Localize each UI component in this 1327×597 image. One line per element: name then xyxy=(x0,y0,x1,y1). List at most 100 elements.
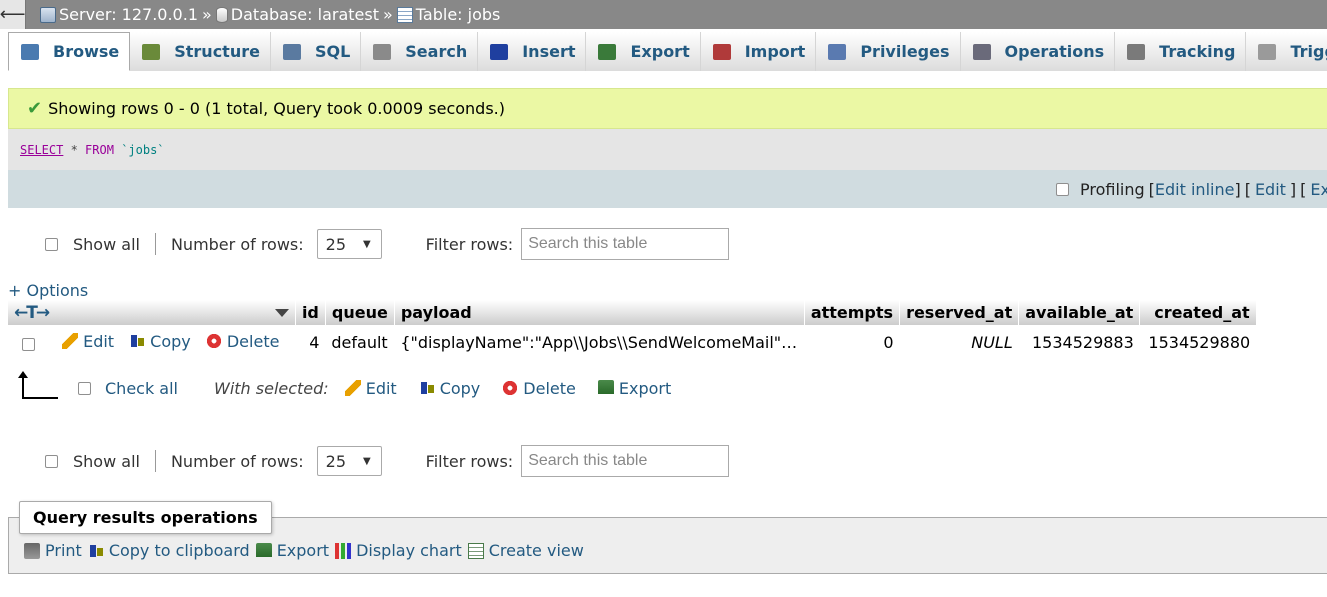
bulk-copy-button[interactable]: Copy xyxy=(418,379,481,398)
tab-search[interactable]: Search xyxy=(361,32,479,71)
row-edit-label[interactable]: Edit xyxy=(83,332,114,351)
tab-export[interactable]: Export xyxy=(586,32,701,71)
show-all-checkbox[interactable] xyxy=(45,237,58,251)
column-header-created-at[interactable]: created_at xyxy=(1139,300,1257,325)
cell-payload[interactable]: {"displayName":"App\\Jobs\\SendWelcomeMa… xyxy=(394,325,804,360)
tab-insert[interactable]: Insert xyxy=(478,32,587,71)
tab-triggers[interactable]: Triggers xyxy=(1246,32,1327,71)
breadcrumb-server-label[interactable]: Server: 127.0.0.1 xyxy=(59,5,198,24)
tab-import[interactable]: Import xyxy=(700,32,817,71)
options-link[interactable]: + Options xyxy=(8,281,88,300)
bulk-delete-label[interactable]: Delete xyxy=(523,379,576,398)
bulk-edit-button[interactable]: Edit xyxy=(344,379,397,398)
tab-label[interactable]: Import xyxy=(745,42,806,61)
create-view-label[interactable]: Create view xyxy=(489,541,584,560)
cell-reserved-at[interactable]: NULL xyxy=(900,325,1019,360)
show-all-label[interactable]: Show all xyxy=(73,452,140,471)
row-checkbox[interactable] xyxy=(22,338,35,352)
cell-queue[interactable]: default xyxy=(325,325,394,360)
check-all-label[interactable]: Check all xyxy=(105,379,178,398)
filter-rows-input[interactable] xyxy=(521,445,730,477)
column-header-reserved-at[interactable]: reserved_at xyxy=(899,300,1020,325)
sql-keyword-select[interactable]: SELECT xyxy=(20,143,63,157)
column-resize-arrows-icon[interactable]: ←T→ xyxy=(14,303,50,323)
create-view-button[interactable]: Create view xyxy=(467,541,584,560)
copy-to-clipboard-label[interactable]: Copy to clipboard xyxy=(109,541,250,560)
column-header-attempts[interactable]: attempts xyxy=(804,300,901,325)
cell-created-at[interactable]: 1534529880 xyxy=(1140,325,1256,360)
breadcrumb: ⟵ Server: 127.0.0.1 » Database: laratest… xyxy=(0,0,1327,29)
show-all-label[interactable]: Show all xyxy=(73,235,140,254)
breadcrumb-database-label[interactable]: Database: laratest xyxy=(231,5,379,24)
print-button[interactable]: Print xyxy=(24,541,82,560)
search-icon xyxy=(373,43,392,60)
tab-label[interactable]: Tracking xyxy=(1159,42,1235,61)
explain-link[interactable]: Explai xyxy=(1310,180,1327,199)
table-navigation-bottom: Show all Number of rows: 25 ▼ Filter row… xyxy=(45,445,730,477)
row-copy-button[interactable]: Copy xyxy=(129,332,191,351)
tab-privileges[interactable]: Privileges xyxy=(816,32,961,71)
column-header-queue[interactable]: queue xyxy=(325,300,395,325)
bulk-copy-label[interactable]: Copy xyxy=(440,379,481,398)
tab-tracking[interactable]: Tracking xyxy=(1115,32,1247,71)
sort-dropdown-icon[interactable] xyxy=(274,308,289,317)
table-icon xyxy=(396,6,413,23)
row-delete-button[interactable]: Delete xyxy=(205,332,280,351)
display-chart-label[interactable]: Display chart xyxy=(356,541,462,560)
display-chart-button[interactable]: Display chart xyxy=(335,541,462,560)
copy-to-clipboard-button[interactable]: Copy to clipboard xyxy=(87,541,250,560)
tab-browse[interactable]: Browse xyxy=(8,32,131,71)
tab-label[interactable]: Privileges xyxy=(860,42,949,61)
edit-inline-link[interactable]: Edit inline xyxy=(1155,180,1235,199)
edit-link[interactable]: Edit xyxy=(1255,180,1286,199)
check-all-checkbox[interactable] xyxy=(78,381,91,395)
filter-rows-input[interactable] xyxy=(521,228,730,260)
cell-id[interactable]: 4 xyxy=(295,325,325,360)
number-of-rows-value: 25 xyxy=(325,451,347,471)
bulk-export-label[interactable]: Export xyxy=(619,379,671,398)
chart-icon xyxy=(335,542,352,559)
tab-label[interactable]: Structure xyxy=(174,42,260,61)
column-header-payload[interactable]: payload xyxy=(394,300,805,325)
breadcrumb-table-label[interactable]: Table: jobs xyxy=(416,5,501,24)
tab-label[interactable]: Insert xyxy=(522,42,575,61)
sql-table-name: `jobs` xyxy=(121,143,165,157)
tab-label[interactable]: Search xyxy=(405,42,467,61)
column-header-id[interactable]: id xyxy=(295,300,326,325)
tab-operations[interactable]: Operations xyxy=(960,32,1116,71)
breadcrumb-table[interactable]: Table: jobs xyxy=(396,5,501,24)
table-navigation-top: Show all Number of rows: 25 ▼ Filter row… xyxy=(45,228,730,260)
table-header-row: ←T→ id queue payload attempts reserved_a… xyxy=(8,300,1257,325)
number-of-rows-select[interactable]: 25 ▼ xyxy=(316,446,382,476)
tab-label[interactable]: Operations xyxy=(1005,42,1105,61)
print-label[interactable]: Print xyxy=(45,541,82,560)
back-arrow-icon[interactable]: ⟵ xyxy=(0,0,26,29)
breadcrumb-database[interactable]: Database: laratest xyxy=(215,5,379,24)
tab-label[interactable]: Triggers xyxy=(1290,42,1327,61)
show-all-checkbox[interactable] xyxy=(45,454,58,468)
cell-attempts[interactable]: 0 xyxy=(804,325,899,360)
profiling-checkbox[interactable] xyxy=(1056,182,1069,196)
with-selected-bar: Check all With selected: Edit Copy Delet… xyxy=(18,371,681,399)
tab-structure[interactable]: Structure xyxy=(130,32,271,71)
export-button[interactable]: Export xyxy=(255,541,329,560)
filter-rows-label: Filter rows: xyxy=(425,451,514,471)
with-selected-label: With selected: xyxy=(214,378,329,398)
sql-keyword-from: FROM xyxy=(85,143,114,157)
bulk-edit-label[interactable]: Edit xyxy=(366,379,397,398)
export-label[interactable]: Export xyxy=(277,541,329,560)
cell-available-at[interactable]: 1534529883 xyxy=(1019,325,1140,360)
divider xyxy=(154,450,156,472)
column-header-available-at[interactable]: available_at xyxy=(1018,300,1141,325)
row-copy-label[interactable]: Copy xyxy=(150,332,191,351)
tab-label[interactable]: Browse xyxy=(53,42,119,61)
tab-label[interactable]: SQL xyxy=(315,42,350,61)
row-delete-label[interactable]: Delete xyxy=(227,332,280,351)
bulk-delete-button[interactable]: Delete xyxy=(502,379,576,398)
bulk-export-button[interactable]: Export xyxy=(597,379,671,398)
number-of-rows-select[interactable]: 25 ▼ xyxy=(316,229,382,259)
tab-label[interactable]: Export xyxy=(630,42,689,61)
breadcrumb-server[interactable]: Server: 127.0.0.1 xyxy=(40,5,198,24)
row-edit-button[interactable]: Edit xyxy=(62,332,114,351)
tab-sql[interactable]: SQL xyxy=(270,32,362,71)
